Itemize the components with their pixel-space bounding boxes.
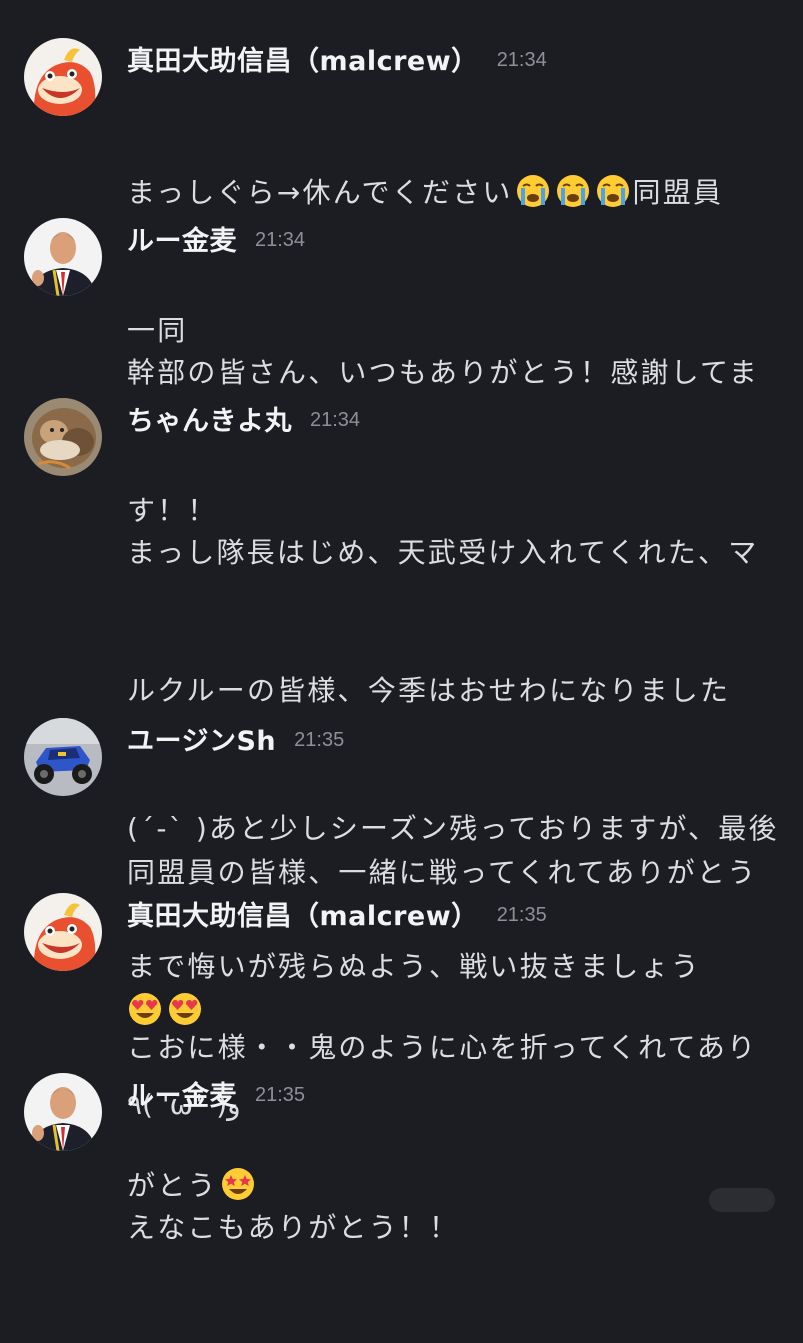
message-header: ユージンSh 21:35	[127, 718, 344, 758]
message-header: ちゃんきよ丸 21:34	[127, 398, 360, 438]
jump-to-bottom-button[interactable]	[709, 1188, 775, 1212]
message-line: まっし隊長はじめ、天武受け入れてくれた、マ	[127, 536, 759, 569]
message-header: ルー金麦 21:34	[127, 218, 305, 258]
avatar[interactable]	[24, 398, 102, 476]
timestamp: 21:34	[255, 228, 306, 251]
fuecoco-avatar-icon	[24, 38, 102, 116]
timestamp: 21:35	[255, 1083, 306, 1106]
rc-car-avatar-icon	[24, 718, 102, 796]
message-header: ルー金麦 21:35	[127, 1073, 305, 1113]
timestamp: 21:34	[310, 408, 361, 431]
timestamp: 21:34	[496, 48, 547, 71]
crying-face-emoji-icon	[516, 175, 549, 207]
author-name[interactable]: 真田大助信昌（malcrew）	[127, 39, 479, 78]
message-line: こおに様・・鬼のように心を折ってくれてあり	[127, 1031, 758, 1064]
author-name[interactable]: ユージンSh	[127, 719, 276, 758]
message-line: 同盟員の皆様、一緒に戦ってくれてありがとう	[127, 856, 758, 889]
author-name[interactable]: ルー金麦	[127, 1074, 237, 1113]
avatar[interactable]	[24, 1073, 102, 1151]
crying-face-emoji-icon	[596, 175, 629, 207]
fuecoco-avatar-icon	[24, 893, 102, 971]
message-line: ルクルーの皆様、今季はおせわになりました	[127, 674, 731, 707]
man-in-suit-avatar-icon	[24, 1073, 102, 1151]
timestamp: 21:35	[294, 728, 345, 751]
message-header: 真田大助信昌（malcrew） 21:34	[127, 38, 547, 78]
author-name[interactable]: ルー金麦	[127, 219, 237, 258]
man-in-suit-avatar-icon	[24, 218, 102, 296]
message-line-text: 同盟員	[632, 176, 724, 209]
timestamp: 21:35	[496, 903, 547, 926]
author-name[interactable]: 真田大助信昌（malcrew）	[127, 894, 479, 933]
author-name[interactable]: ちゃんきよ丸	[127, 399, 292, 438]
message-line: まっしぐら→休んでください 同盟員	[127, 170, 782, 216]
message-header: 真田大助信昌（malcrew） 21:35	[127, 893, 547, 933]
avatar[interactable]	[24, 218, 102, 296]
message-line: 幹部の皆さん、いつもありがとう！感謝してま	[127, 356, 759, 389]
message-line-text: まっしぐら→休んでください	[127, 176, 513, 209]
avatar[interactable]	[24, 718, 102, 796]
message-text: えなこもありがとう！！	[127, 1113, 782, 1343]
message-line: えなこもありがとう！！	[127, 1211, 460, 1244]
crying-face-emoji-icon	[556, 175, 589, 207]
avatar[interactable]	[24, 893, 102, 971]
cat-photo-avatar-icon	[24, 398, 102, 476]
avatar[interactable]	[24, 38, 102, 116]
